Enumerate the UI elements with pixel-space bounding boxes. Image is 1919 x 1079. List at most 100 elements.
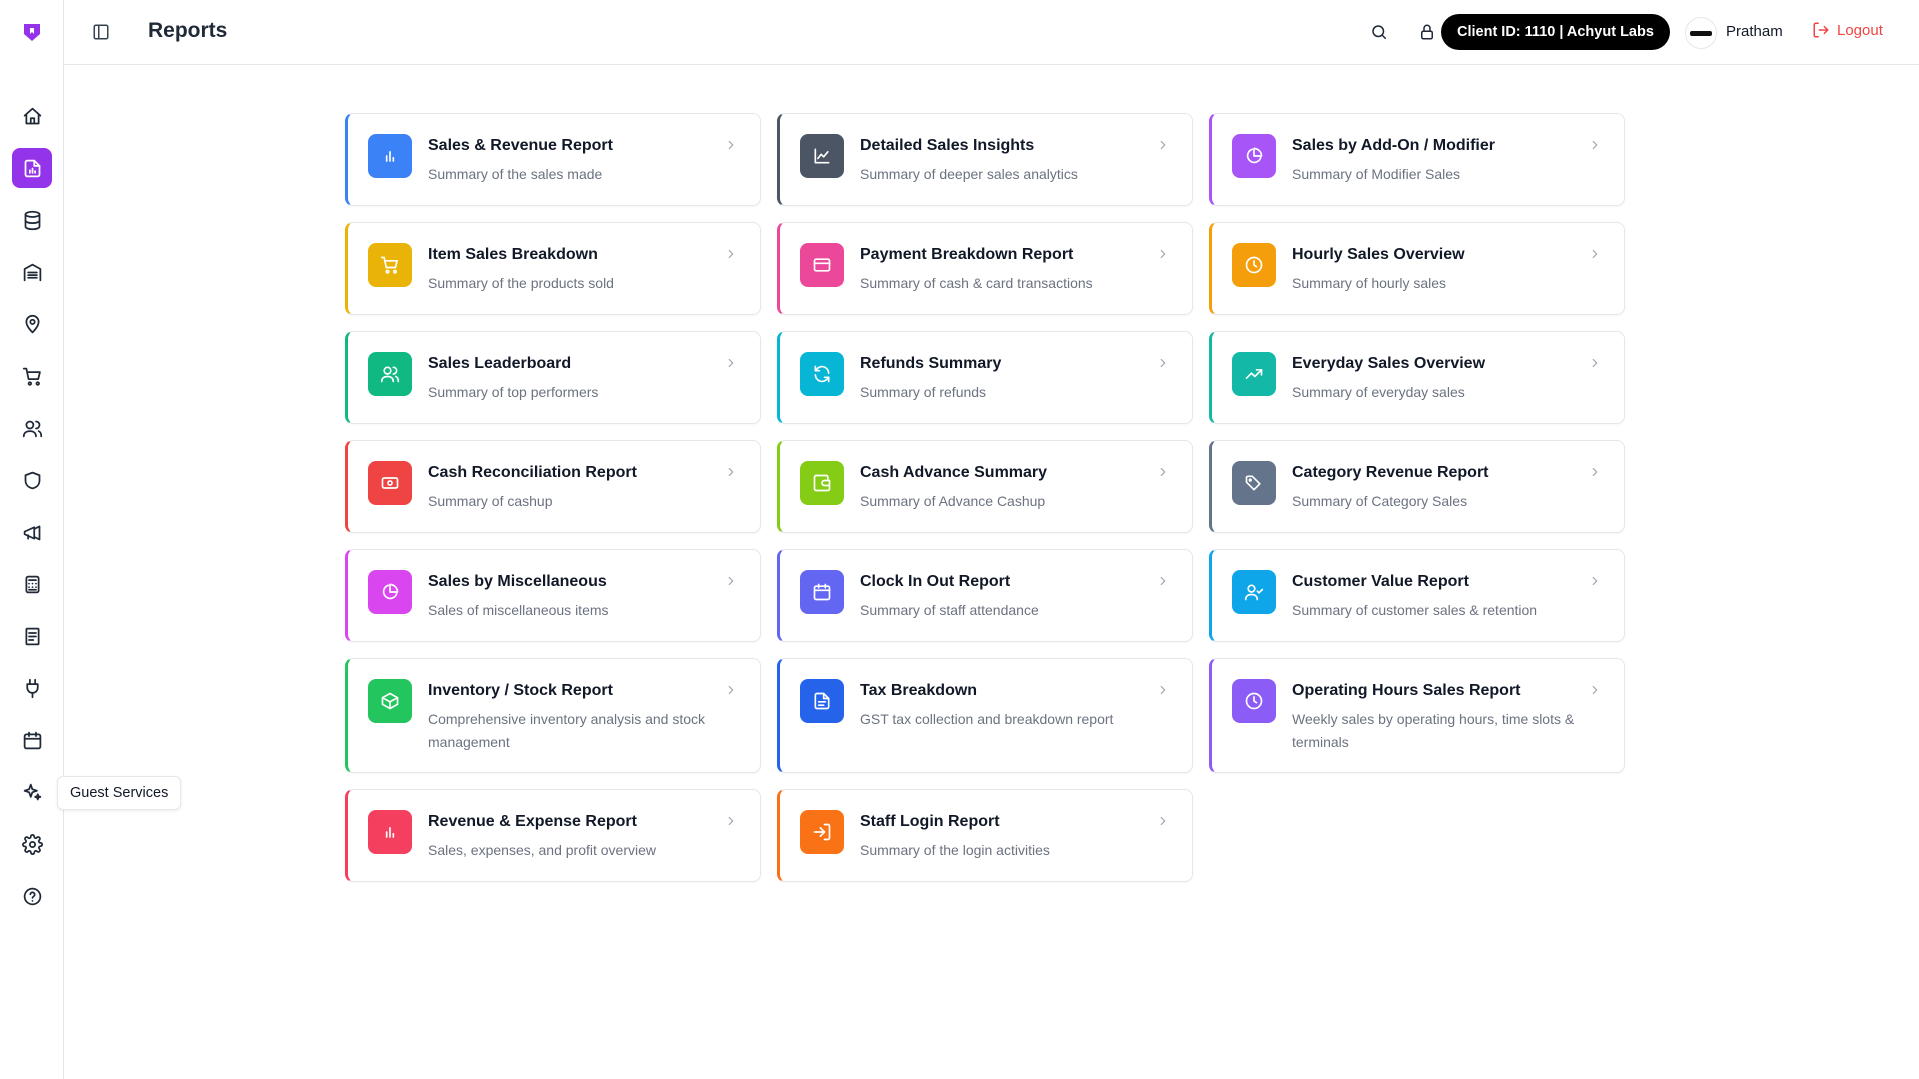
- clock-icon: [1232, 243, 1276, 287]
- report-card[interactable]: Sales by Miscellaneous Sales of miscellan…: [345, 549, 761, 642]
- sidebar-item-security[interactable]: [12, 460, 52, 500]
- chevron-right-icon: [724, 356, 738, 370]
- report-card-description: Summary of everyday sales: [1292, 384, 1465, 400]
- lock-icon[interactable]: [1416, 21, 1438, 43]
- report-card-title: Tax Breakdown: [860, 682, 978, 699]
- report-card[interactable]: Sales Leaderboard Summary of top performe…: [345, 331, 761, 424]
- logout-label: Logout: [1837, 21, 1883, 39]
- chevron-right-icon: [1156, 683, 1170, 697]
- report-card-title: Inventory / Stock Report: [428, 682, 613, 699]
- report-card-title: Payment Breakdown Report: [860, 246, 1074, 263]
- sidebar-item-database[interactable]: [12, 200, 52, 240]
- search-icon[interactable]: [1368, 21, 1390, 43]
- report-card[interactable]: Detailed Sales Insights Summary of deeper…: [777, 113, 1193, 206]
- sidebar-toggle-icon[interactable]: [90, 21, 112, 43]
- logout-icon: [1813, 22, 1829, 38]
- report-card[interactable]: Customer Value Report Summary of customer…: [1209, 549, 1625, 642]
- report-card[interactable]: Item Sales Breakdown Summary of the produ…: [345, 222, 761, 315]
- calendar-icon: [800, 570, 844, 614]
- sidebar-item-settings[interactable]: [12, 824, 52, 864]
- sidebar-item-documents[interactable]: [12, 616, 52, 656]
- pie-chart-icon: [1232, 134, 1276, 178]
- report-card[interactable]: Revenue & Expense Report Sales, expenses,…: [345, 789, 761, 882]
- map-pin-icon: [22, 314, 43, 335]
- users-icon: [368, 352, 412, 396]
- tags-icon: [1232, 461, 1276, 505]
- chevron-right-icon: [724, 814, 738, 828]
- chevron-right-icon: [1156, 138, 1170, 152]
- cart-icon: [368, 243, 412, 287]
- report-card[interactable]: Cash Reconciliation Report Summary of cas…: [345, 440, 761, 533]
- avatar[interactable]: [1685, 17, 1717, 49]
- report-card-title: Category Revenue Report: [1292, 464, 1489, 481]
- chevron-right-icon: [1588, 356, 1602, 370]
- report-card-title: Clock In Out Report: [860, 573, 1011, 590]
- wallet-icon: [800, 461, 844, 505]
- cart-icon: [22, 366, 43, 387]
- report-card-description: Summary of the products sold: [428, 275, 614, 291]
- sidebar-item-locations[interactable]: [12, 304, 52, 344]
- report-card-title: Revenue & Expense Report: [428, 813, 637, 830]
- report-card-title: Detailed Sales Insights: [860, 137, 1035, 154]
- calculator-icon: [22, 574, 43, 595]
- report-card-description: GST tax collection and breakdown report: [860, 711, 1114, 727]
- report-card[interactable]: Sales & Revenue Report Summary of the sal…: [345, 113, 761, 206]
- report-card[interactable]: Inventory / Stock Report Comprehensive in…: [345, 658, 761, 773]
- login-icon: [800, 810, 844, 854]
- report-card-title: Customer Value Report: [1292, 573, 1469, 590]
- report-card-description: Summary of the sales made: [428, 166, 603, 182]
- bar-chart-icon: [368, 810, 412, 854]
- report-card-description: Summary of top performers: [428, 384, 599, 400]
- sidebar-item-home[interactable]: [12, 96, 52, 136]
- report-card[interactable]: Category Revenue Report Summary of Catego…: [1209, 440, 1625, 533]
- report-card[interactable]: Payment Breakdown Report Summary of cash …: [777, 222, 1193, 315]
- user-name[interactable]: Pratham: [1726, 23, 1783, 40]
- report-card[interactable]: Tax Breakdown GST tax collection and brea…: [777, 658, 1193, 773]
- sidebar-item-marketing[interactable]: [12, 512, 52, 552]
- report-card-description: Summary of hourly sales: [1292, 275, 1447, 291]
- logout-button[interactable]: Logout: [1812, 21, 1883, 39]
- chevron-right-icon: [724, 138, 738, 152]
- sidebar-item-users[interactable]: [12, 408, 52, 448]
- chevron-right-icon: [1588, 683, 1602, 697]
- chevron-right-icon: [1588, 465, 1602, 479]
- page-title: Reports: [148, 19, 228, 42]
- report-card-description: Comprehensive inventory analysis and sto…: [428, 711, 706, 750]
- app-logo-icon[interactable]: [20, 20, 44, 44]
- sidebar-item-integrations[interactable]: [12, 668, 52, 708]
- sidebar-item-warehouse[interactable]: [12, 252, 52, 292]
- sidebar-item-orders[interactable]: [12, 356, 52, 396]
- sidebar-item-calendar[interactable]: [12, 720, 52, 760]
- report-card-title: Sales Leaderboard: [428, 355, 572, 372]
- report-card[interactable]: Cash Advance Summary Summary of Advance C…: [777, 440, 1193, 533]
- sidebar: [0, 0, 64, 1079]
- report-card[interactable]: Refunds Summary Summary of refunds: [777, 331, 1193, 424]
- user-check-icon: [1232, 570, 1276, 614]
- report-card-description: Weekly sales by operating hours, time sl…: [1292, 711, 1575, 750]
- top-header: Reports Client ID: 1110 | Achyut Labs Pr…: [64, 0, 1919, 65]
- report-card[interactable]: Operating Hours Sales Report Weekly sales…: [1209, 658, 1625, 773]
- sparkles-icon: [22, 782, 43, 803]
- client-id-badge[interactable]: Client ID: 1110 | Achyut Labs: [1441, 14, 1670, 50]
- users-icon: [22, 418, 43, 439]
- sidebar-item-guest-services[interactable]: [12, 772, 52, 812]
- report-card[interactable]: Everyday Sales Overview Summary of everyd…: [1209, 331, 1625, 424]
- credit-card-icon: [800, 243, 844, 287]
- sidebar-item-calculator[interactable]: [12, 564, 52, 604]
- report-card-title: Item Sales Breakdown: [428, 246, 598, 263]
- report-card-title: Operating Hours Sales Report: [1292, 682, 1521, 699]
- report-card[interactable]: Sales by Add-On / Modifier Summary of Mod…: [1209, 113, 1625, 206]
- trending-up-icon: [1232, 352, 1276, 396]
- report-card[interactable]: Hourly Sales Overview Summary of hourly s…: [1209, 222, 1625, 315]
- report-icon: [22, 158, 43, 179]
- shield-icon: [22, 470, 43, 491]
- report-card-title: Hourly Sales Overview: [1292, 246, 1465, 263]
- report-card-title: Everyday Sales Overview: [1292, 355, 1486, 372]
- report-card-description: Summary of cashup: [428, 493, 553, 509]
- database-icon: [22, 210, 43, 231]
- report-card[interactable]: Staff Login Report Summary of the login a…: [777, 789, 1193, 882]
- report-card[interactable]: Clock In Out Report Summary of staff atte…: [777, 549, 1193, 642]
- sidebar-item-reports[interactable]: [12, 148, 52, 188]
- sidebar-item-help[interactable]: [12, 876, 52, 916]
- warehouse-icon: [22, 262, 43, 283]
